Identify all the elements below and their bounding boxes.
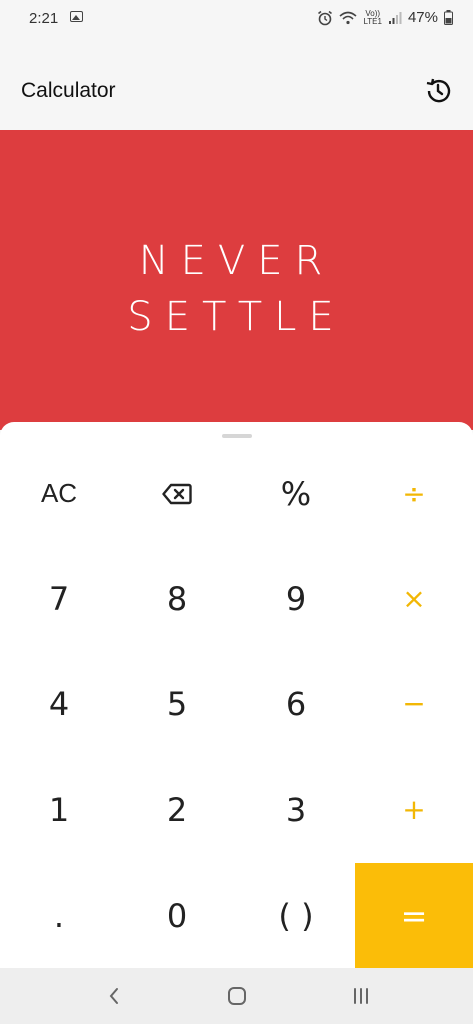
- digit-3-button[interactable]: 3: [237, 757, 355, 862]
- alarm-icon: [318, 10, 333, 25]
- wifi-icon: [339, 11, 357, 24]
- network-type: Vo)) LTE1: [363, 9, 382, 26]
- recents-button[interactable]: [346, 982, 376, 1010]
- app-header: Calculator: [0, 40, 473, 130]
- digit-4-button[interactable]: 4: [0, 651, 118, 756]
- decimal-point-button[interactable]: .: [0, 863, 118, 968]
- page-title: Calculator: [21, 79, 116, 102]
- digit-6-button[interactable]: 6: [237, 651, 355, 756]
- digit-2-button[interactable]: 2: [118, 757, 236, 862]
- calculator-screen: 2:21 Vo)) LTE1 47% Calculator NEVER SETT…: [0, 0, 473, 1024]
- history-button[interactable]: [421, 74, 455, 108]
- digit-9-button[interactable]: 9: [237, 546, 355, 651]
- digit-8-button[interactable]: 8: [118, 546, 236, 651]
- home-button[interactable]: [222, 982, 252, 1010]
- slogan-line-1: NEVER: [138, 238, 335, 284]
- drag-handle[interactable]: [222, 434, 252, 438]
- digit-5-button[interactable]: 5: [118, 651, 236, 756]
- back-icon: [109, 988, 118, 1004]
- parentheses-button[interactable]: ( ): [237, 863, 355, 968]
- recents-icon: [354, 988, 368, 1004]
- multiply-button[interactable]: ×: [355, 546, 473, 651]
- divide-button[interactable]: ÷: [355, 441, 473, 546]
- status-bar: 2:21 Vo)) LTE1 47%: [0, 0, 473, 40]
- subtract-button[interactable]: −: [355, 651, 473, 756]
- status-icons: Vo)) LTE1 47%: [317, 9, 453, 26]
- navigation-bar: [0, 968, 473, 1024]
- keypad: AC % ÷ 7 8 9 × 4 5 6 − 1 2 3 + . 0 ( ) =: [0, 422, 473, 968]
- percent-button[interactable]: %: [237, 441, 355, 546]
- digit-1-button[interactable]: 1: [0, 757, 118, 862]
- backspace-button[interactable]: [118, 441, 236, 546]
- history-icon: [426, 78, 451, 103]
- battery-percent: 47%: [407, 9, 438, 26]
- calculator-display: NEVER SETTLE: [0, 130, 473, 430]
- home-icon: [228, 987, 246, 1005]
- equals-button[interactable]: =: [355, 863, 473, 968]
- image-notification-icon: [70, 11, 83, 22]
- back-button[interactable]: [99, 982, 129, 1010]
- all-clear-button[interactable]: AC: [0, 441, 118, 546]
- digit-7-button[interactable]: 7: [0, 546, 118, 651]
- backspace-icon: [162, 483, 192, 504]
- battery-icon: [444, 10, 453, 25]
- add-button[interactable]: +: [355, 757, 473, 862]
- network-lte-label: LTE1: [363, 16, 382, 26]
- status-time: 2:21: [29, 10, 59, 27]
- slogan-line-2: SETTLE: [127, 294, 346, 340]
- signal-icon: [388, 11, 402, 24]
- digit-0-button[interactable]: 0: [118, 863, 236, 968]
